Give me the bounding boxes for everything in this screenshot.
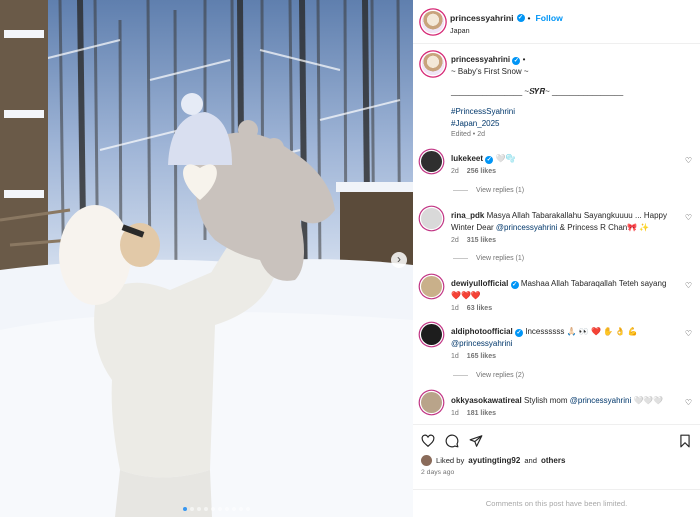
comment-avatar[interactable] xyxy=(421,392,442,413)
mention-link[interactable]: @princessyahrini xyxy=(570,396,631,405)
post-photo[interactable]: › xyxy=(0,0,413,517)
comment-time: 2d xyxy=(451,237,459,244)
bookmark-icon[interactable] xyxy=(678,434,692,448)
comment-body: okkyasokawatireal Stylish mom @princessy… xyxy=(451,395,674,417)
comment-username[interactable]: rina_pdk xyxy=(451,211,484,220)
verified-badge-icon: ✓ xyxy=(515,329,524,337)
view-replies-label[interactable]: View replies (1) xyxy=(476,255,524,262)
carousel-dot xyxy=(211,507,215,511)
post-time-ago[interactable]: 2 days ago xyxy=(421,469,454,476)
view-replies[interactable]: View replies (1) xyxy=(453,187,524,194)
verified-badge-icon: ✓ xyxy=(512,57,521,65)
header-username[interactable]: princessyahrini xyxy=(450,13,514,23)
comments-limited-notice: Comments on this post have been limited. xyxy=(413,489,700,517)
comment-text: 🤍🫧 xyxy=(495,154,516,163)
heart-icon[interactable]: ♡ xyxy=(685,213,692,222)
comment-time: 1d xyxy=(451,305,459,312)
carousel-dot xyxy=(197,507,201,511)
comment-avatar[interactable] xyxy=(421,208,442,229)
comment-time: 1d xyxy=(451,353,459,360)
heart-icon[interactable]: ♡ xyxy=(685,281,692,290)
carousel-dot xyxy=(204,507,208,511)
reply-line xyxy=(453,375,468,376)
separator: • xyxy=(527,13,531,23)
comment-username[interactable]: aldiphotoofficial xyxy=(451,327,513,336)
mention-link[interactable]: @princessyahrini xyxy=(496,223,557,232)
comment-likes[interactable]: 181 likes xyxy=(467,410,496,417)
liked-by-prefix: Liked by xyxy=(436,456,465,465)
snow-forest-photo xyxy=(0,0,413,517)
comment-text: Incessssss 🙏🏻 👀 ❤️ ✋ 👌 💪 xyxy=(525,327,638,336)
comment-time: 2d xyxy=(451,168,459,175)
caption-block: princessyahrini ✓ • ~ Baby's First Snow … xyxy=(413,50,700,142)
post-header: princessyahrini ✓ • Follow Japan xyxy=(413,0,700,44)
heart-icon[interactable] xyxy=(421,434,435,448)
location-label[interactable]: Japan xyxy=(450,26,470,35)
carousel-dot xyxy=(239,507,243,511)
hashtag-link[interactable]: #Japan_2025 xyxy=(451,118,674,130)
chevron-right-icon[interactable]: › xyxy=(391,252,407,268)
share-icon[interactable] xyxy=(469,434,483,448)
comment-body: rina_pdk Masya Allah Tabarakallahu Sayan… xyxy=(451,210,674,244)
carousel-dot xyxy=(218,507,222,511)
comment-avatar[interactable] xyxy=(421,276,442,297)
verified-badge-icon: ✓ xyxy=(516,14,525,22)
verified-badge-icon: ✓ xyxy=(510,281,519,289)
caption-user-row: princessyahrini ✓ • xyxy=(451,54,674,66)
comment-text-after: & Princess R Chan🎀 ✨ xyxy=(559,223,650,232)
comment-username[interactable]: okkyasokawatireal xyxy=(451,396,522,405)
comment-body: aldiphotoofficial ✓ Incessssss 🙏🏻 👀 ❤️ ✋… xyxy=(451,326,674,360)
heart-icon[interactable]: ♡ xyxy=(685,398,692,407)
carousel-dot xyxy=(246,507,250,511)
liked-by-user[interactable]: ayutingting92 xyxy=(468,456,520,465)
carousel-indicator xyxy=(183,507,250,511)
view-replies[interactable]: View replies (2) xyxy=(453,372,524,379)
heart-icon[interactable]: ♡ xyxy=(685,329,692,338)
liked-by-and: and xyxy=(524,456,537,465)
heart-icon[interactable]: ♡ xyxy=(685,156,692,165)
view-replies-label[interactable]: View replies (1) xyxy=(476,187,524,194)
carousel-dot xyxy=(225,507,229,511)
comment-likes[interactable]: 63 likes xyxy=(467,305,492,312)
separator: • xyxy=(522,55,526,64)
comment-avatar[interactable] xyxy=(421,324,442,345)
reply-line xyxy=(453,258,468,259)
action-bar xyxy=(413,424,700,452)
liker-avatar[interactable] xyxy=(421,455,432,466)
header-user-row: princessyahrini ✓ • Follow xyxy=(450,13,563,23)
post-side-panel: princessyahrini ✓ • Follow Japan princes… xyxy=(413,0,700,517)
caption-body: princessyahrini ✓ • ~ Baby's First Snow … xyxy=(451,54,674,138)
comment-avatar[interactable] xyxy=(421,151,442,172)
comment-time: 1d xyxy=(451,410,459,417)
caption-line: ~ Baby's First Snow ~ xyxy=(451,67,529,76)
comment-username[interactable]: lukekeet xyxy=(451,154,483,163)
comment-body: lukekeet ✓ 🤍🫧 2d 256 likes xyxy=(451,153,674,175)
comment-likes[interactable]: 256 likes xyxy=(467,168,496,175)
follow-button[interactable]: Follow xyxy=(536,13,563,23)
view-replies-label[interactable]: View replies (2) xyxy=(476,372,524,379)
comment-text: Stylish mom xyxy=(523,396,568,405)
hashtag-link[interactable]: #PrincessSyahrini xyxy=(451,106,674,118)
view-replies[interactable]: View replies (1) xyxy=(453,255,524,262)
verified-badge-icon: ✓ xyxy=(485,156,494,164)
carousel-dot xyxy=(183,507,187,511)
reply-line xyxy=(453,190,468,191)
comment-text-after: 🤍🤍🤍 xyxy=(633,396,664,405)
mention-link[interactable]: @princessyahrini xyxy=(451,338,674,350)
carousel-dot xyxy=(232,507,236,511)
comment-body: dewiyullofficial ✓ Mashaa Allah Tabaraqa… xyxy=(451,278,674,312)
comment-icon[interactable] xyxy=(445,434,459,448)
caption-line: ________________ ~𝑺𝒀𝑹~ ________________ xyxy=(451,87,624,96)
carousel-dot xyxy=(190,507,194,511)
caption-username[interactable]: princessyahrini xyxy=(451,55,510,64)
comment-likes[interactable]: 315 likes xyxy=(467,237,496,244)
caption-avatar[interactable] xyxy=(422,53,444,75)
avatar[interactable] xyxy=(422,11,444,33)
comment-username[interactable]: dewiyullofficial xyxy=(451,279,508,288)
comment-likes[interactable]: 165 likes xyxy=(467,353,496,360)
liked-by-row: Liked by ayutingting92 and others xyxy=(421,455,565,466)
liked-by-others[interactable]: others xyxy=(541,456,565,465)
edited-label: Edited • 2d xyxy=(451,131,485,138)
